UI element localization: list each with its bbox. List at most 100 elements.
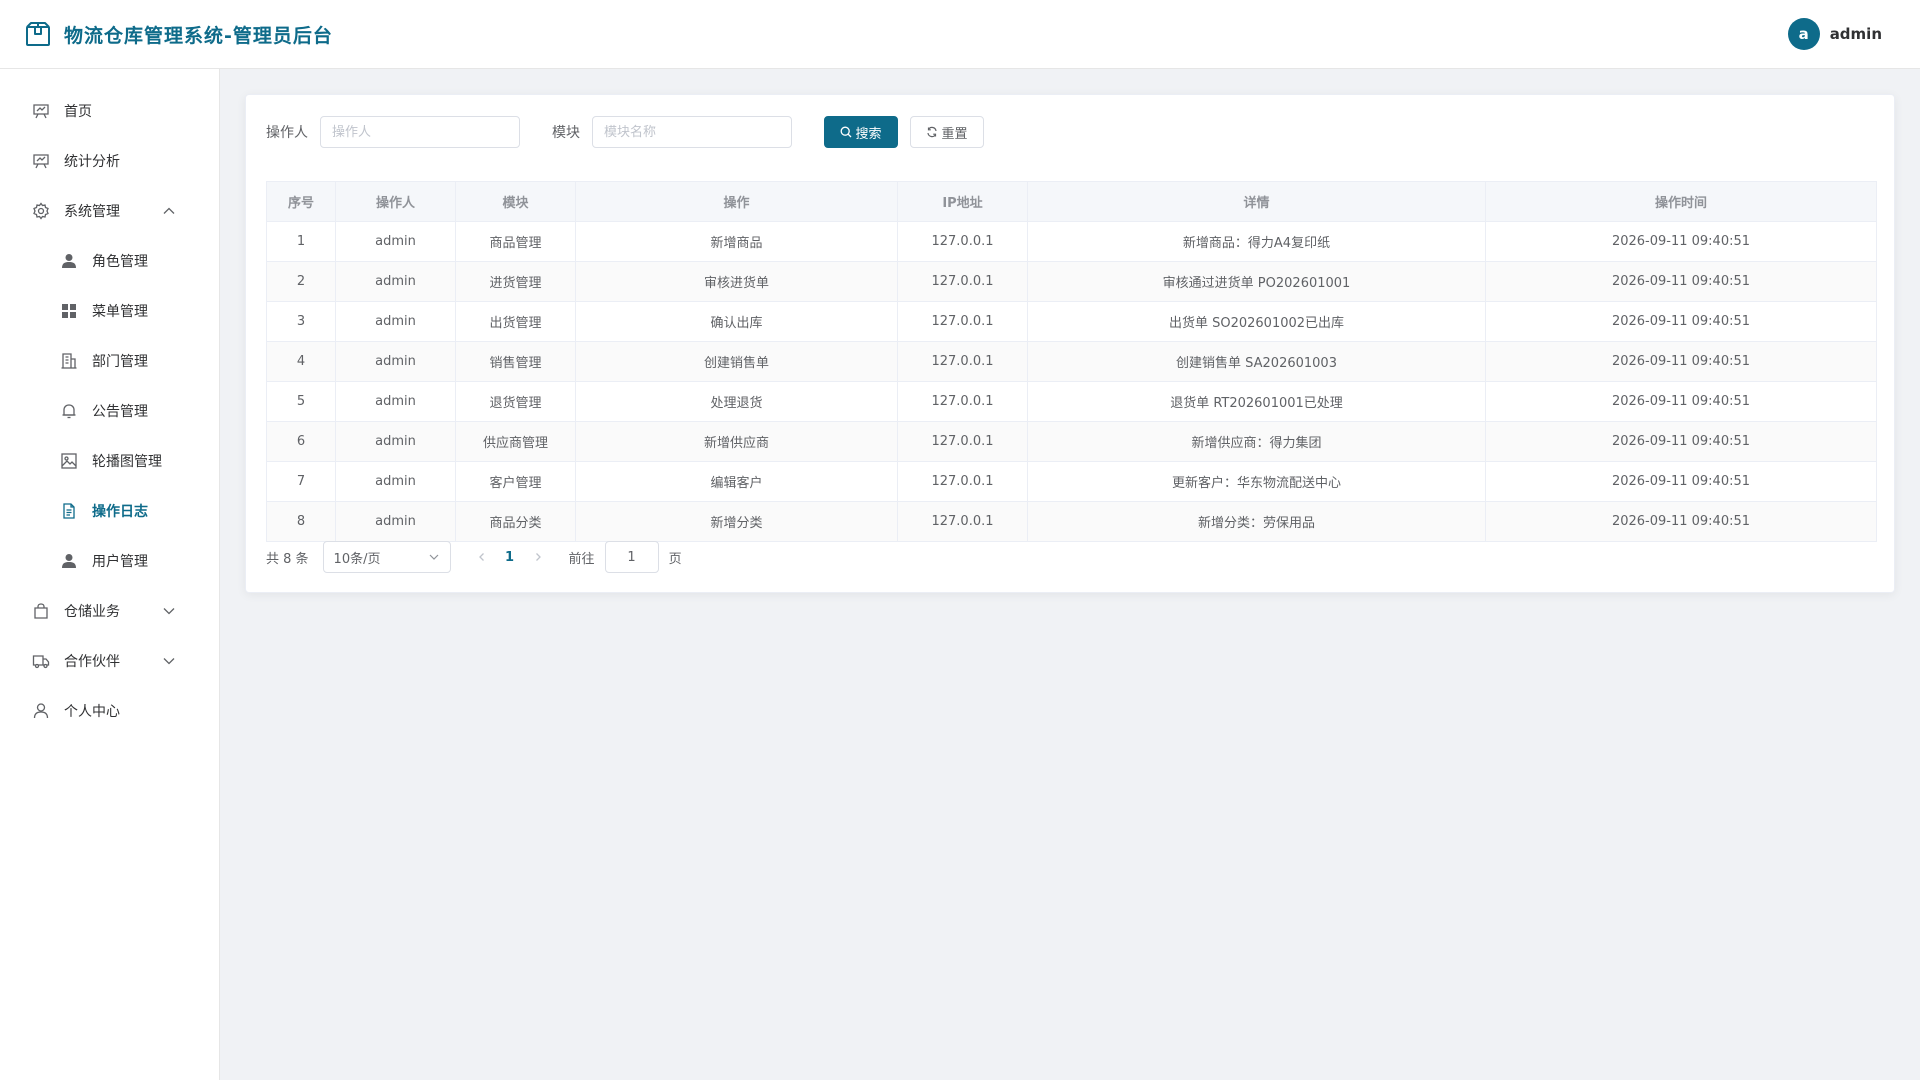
search-button-label: 搜索 <box>855 126 882 142</box>
table-cell: 进货管理 <box>455 261 576 302</box>
column-header: 操作 <box>575 181 898 222</box>
table-cell: 2026-09-11 09:40:51 <box>1485 221 1877 262</box>
table-cell: 2026-09-11 09:40:51 <box>1485 461 1877 502</box>
table-header-row: 序号 操作人 模块 操作 IP地址 详情 操作时间 <box>266 181 1877 222</box>
table-cell: 商品管理 <box>455 221 576 262</box>
column-header: 操作时间 <box>1485 181 1877 222</box>
table-row: 6 admin 供应商管理 新增供应商 127.0.0.1 新增供应商：得力集团 2026-… <box>266 421 1877 462</box>
sidebar-item-label: 轮播图管理 <box>92 454 162 470</box>
table-cell: 销售管理 <box>455 341 576 382</box>
refresh-icon <box>927 126 938 138</box>
table-row: 8 admin 商品分类 新增分类 127.0.0.1 新增分类：劳保用品 2026-09-… <box>266 501 1877 542</box>
document-icon <box>60 502 78 520</box>
sidebar-item-departments[interactable]: 部门管理 <box>0 336 219 386</box>
gear-icon <box>32 202 50 220</box>
sidebar-item-system[interactable]: 系统管理 <box>0 186 219 236</box>
search-icon <box>841 126 852 138</box>
goto-page-input[interactable] <box>604 541 659 573</box>
page-size-select[interactable]: 10条/页 <box>322 541 451 573</box>
chevron-up-icon <box>162 204 176 218</box>
sidebar-item-label: 系统管理 <box>64 204 120 220</box>
table-cell: 商品分类 <box>455 501 576 542</box>
sidebar-item-label: 用户管理 <box>92 554 148 570</box>
operator-input[interactable] <box>320 116 520 148</box>
table-cell: 出货单 SO202601002已出库 <box>1027 301 1486 342</box>
operation-log-table: 序号 操作人 模块 操作 IP地址 详情 操作时间 1 admin 商品管理 新增商品… <box>266 181 1877 542</box>
package-box-icon <box>24 20 52 48</box>
table-cell: 新增供应商：得力集团 <box>1027 421 1486 462</box>
table-cell: 2 <box>266 261 336 302</box>
table-cell: 2026-09-11 09:40:51 <box>1485 381 1877 422</box>
table-cell: admin <box>335 301 456 342</box>
table-cell: 2026-09-11 09:40:51 <box>1485 501 1877 542</box>
page-size-value: 10条/页 <box>333 551 381 567</box>
sidebar-item-notices[interactable]: 公告管理 <box>0 386 219 436</box>
page-number[interactable]: 1 <box>495 543 525 571</box>
search-button[interactable]: 搜索 <box>824 116 898 148</box>
table-cell: 供应商管理 <box>455 421 576 462</box>
sidebar-item-label: 角色管理 <box>92 254 148 270</box>
chart-board-icon <box>32 102 50 120</box>
shopping-bag-icon <box>32 602 50 620</box>
table-cell: 4 <box>266 341 336 382</box>
sidebar-item-label: 菜单管理 <box>92 304 148 320</box>
top-header: 物流仓库管理系统-管理员后台 a admin <box>0 0 1920 69</box>
sidebar-item-label: 首页 <box>64 104 92 120</box>
table-row: 5 admin 退货管理 处理退货 127.0.0.1 退货单 RT202601001已处… <box>266 381 1877 422</box>
table-cell: admin <box>335 221 456 262</box>
sidebar-item-statistics[interactable]: 统计分析 <box>0 136 219 186</box>
table-cell: 新增商品：得力A4复印纸 <box>1027 221 1486 262</box>
column-header: 模块 <box>455 181 576 222</box>
sidebar-item-label: 部门管理 <box>92 354 148 370</box>
column-header: 序号 <box>266 181 336 222</box>
sidebar-item-profile[interactable]: 个人中心 <box>0 686 219 736</box>
table-cell: 1 <box>266 221 336 262</box>
sidebar-item-label: 个人中心 <box>64 704 120 720</box>
building-icon <box>60 352 78 370</box>
table-cell: 退货单 RT202601001已处理 <box>1027 381 1486 422</box>
table-cell: 127.0.0.1 <box>897 341 1028 382</box>
grid-icon <box>60 302 78 320</box>
table-cell: admin <box>335 421 456 462</box>
module-input[interactable] <box>592 116 792 148</box>
sidebar-item-home[interactable]: 首页 <box>0 86 219 136</box>
next-page-button[interactable] <box>525 543 551 571</box>
user-outline-icon <box>32 702 50 720</box>
table-cell: 3 <box>266 301 336 342</box>
table-cell: 7 <box>266 461 336 502</box>
total-count: 共 8 条 <box>266 551 309 567</box>
sidebar-item-warehouse[interactable]: 仓储业务 <box>0 586 219 636</box>
table-row: 3 admin 出货管理 确认出库 127.0.0.1 出货单 SO202601002已出… <box>266 301 1877 342</box>
chevron-left-icon <box>478 553 484 561</box>
sidebar-item-banners[interactable]: 轮播图管理 <box>0 436 219 486</box>
sidebar-item-label: 仓储业务 <box>64 604 120 620</box>
table-cell: 2026-09-11 09:40:51 <box>1485 421 1877 462</box>
sidebar-item-users[interactable]: 用户管理 <box>0 536 219 586</box>
reset-button[interactable]: 重置 <box>910 116 984 148</box>
user-solid-icon <box>60 252 78 270</box>
picture-icon <box>60 452 78 470</box>
sidebar-item-operation-log[interactable]: 操作日志 <box>0 486 219 536</box>
sidebar: 首页 统计分析 系统管理 角色管理 菜单管理 部门管理 公告管理 轮播图管理 操… <box>0 69 220 1080</box>
reset-button-label: 重置 <box>941 126 968 142</box>
sidebar-item-partners[interactable]: 合作伙伴 <box>0 636 219 686</box>
sidebar-item-label: 公告管理 <box>92 404 148 420</box>
table-cell: admin <box>335 501 456 542</box>
table-cell: admin <box>335 261 456 302</box>
table-cell: 新增分类：劳保用品 <box>1027 501 1486 542</box>
table-cell: admin <box>335 341 456 382</box>
avatar[interactable]: a <box>1787 18 1820 50</box>
user-menu[interactable]: a admin <box>1787 18 1882 50</box>
pagination: 共 8 条 10条/页 1 前往 页 <box>266 541 682 573</box>
username[interactable]: admin <box>1830 25 1882 43</box>
table-cell: 新增商品 <box>575 221 898 262</box>
table-cell: 创建销售单 <box>575 341 898 382</box>
table-cell: 127.0.0.1 <box>897 301 1028 342</box>
user-solid-icon <box>60 552 78 570</box>
chevron-down-icon <box>162 604 176 618</box>
sidebar-item-menus[interactable]: 菜单管理 <box>0 286 219 336</box>
prev-page-button[interactable] <box>469 543 495 571</box>
column-header: IP地址 <box>897 181 1028 222</box>
page-suffix: 页 <box>668 551 682 567</box>
sidebar-item-roles[interactable]: 角色管理 <box>0 236 219 286</box>
